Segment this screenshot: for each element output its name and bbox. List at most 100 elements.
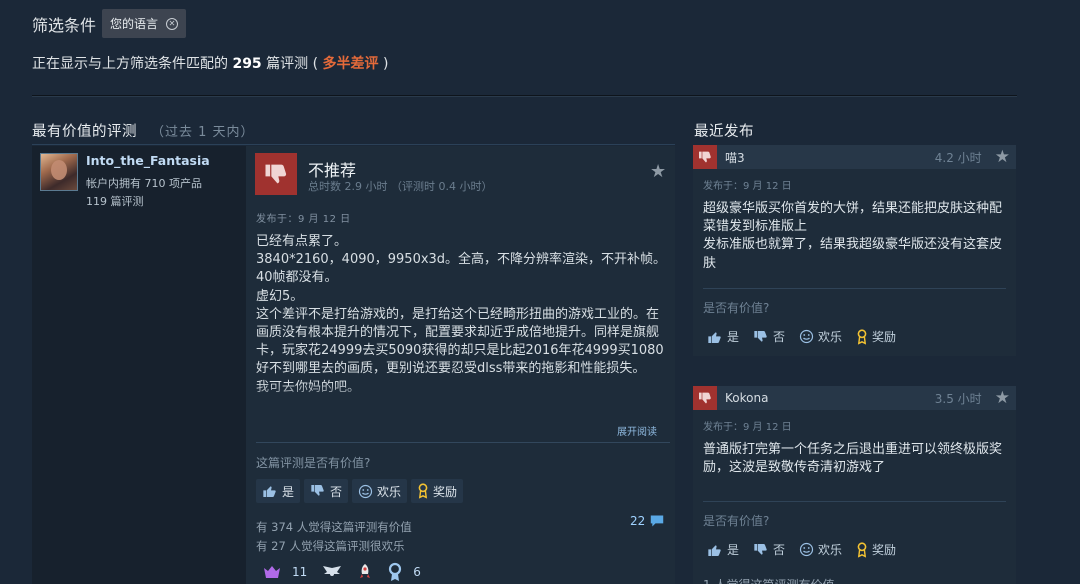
- recent-author[interactable]: Kokona: [725, 391, 935, 405]
- award-count: 6: [413, 565, 421, 579]
- helpful-count: 有 374 人觉得这篇评测有价值: [256, 520, 412, 534]
- most-helpful-subtitle: （过去 1 天内）: [151, 125, 255, 140]
- filter-chip-label: 您的语言: [110, 17, 159, 31]
- thumbs-up-icon: [708, 331, 721, 343]
- language-filter-chip[interactable]: 您的语言 ✕: [102, 9, 187, 38]
- thumbs-down-icon: [311, 485, 324, 496]
- vote-no-label: 否: [330, 484, 343, 499]
- recent-vote-buttons: 是 否 欢乐 奖励: [693, 328, 1016, 345]
- recent-body: 普通版打完第一个任务之后退出重进可以领终极版奖励，这波是致敬传奇清初游戏了: [703, 442, 1003, 476]
- thumbs-down-icon: [693, 145, 717, 169]
- purple-award-icon: [264, 566, 280, 578]
- award-button[interactable]: 奖励: [856, 541, 896, 558]
- divider: [703, 501, 1006, 502]
- vote-funny-button[interactable]: 欢乐: [799, 541, 842, 558]
- comment-count-value: 22: [630, 514, 646, 528]
- divider: [703, 288, 1006, 289]
- recent-review-card: Kokona 3.5 小时 ★ 发布于：9 月 12 日 普通版打完第一个任务之…: [693, 386, 1016, 584]
- vote-funny-button[interactable]: 欢乐: [352, 479, 408, 503]
- vote-no-label: 否: [773, 330, 786, 344]
- expand-link[interactable]: 展开阅读: [617, 423, 657, 438]
- recent-review-header: Kokona 3.5 小时 ★: [693, 386, 1016, 410]
- vote-yes-label: 是: [727, 330, 740, 344]
- recent-review-header: 喵3 4.2 小时 ★: [693, 145, 1016, 169]
- vote-no-button[interactable]: 否: [753, 328, 785, 345]
- award-item[interactable]: [357, 563, 373, 581]
- star-icon[interactable]: ★: [995, 147, 1010, 167]
- smiley-icon: [358, 484, 373, 498]
- vote-funny-label: 欢乐: [818, 330, 843, 344]
- recent-review-card: 喵3 4.2 小时 ★ 发布于：9 月 12 日 超级豪华版买你首发的大饼，结果…: [693, 145, 1016, 356]
- helpful-question: 这篇评测是否有价值?: [256, 456, 371, 470]
- recent-posted: 发布于：9 月 12 日: [703, 422, 792, 433]
- divider: [256, 442, 670, 443]
- smiley-icon: [799, 542, 814, 557]
- recent-helpful-question: 是否有价值?: [703, 514, 770, 528]
- review-count: 295: [232, 56, 262, 72]
- section-underline: [32, 144, 675, 145]
- author-panel: [32, 146, 246, 584]
- thumbs-down-icon: [754, 330, 767, 342]
- recent-helpful-count: 1 人觉得这篇评测有价值: [693, 576, 1016, 584]
- rocket-award-icon: [360, 564, 371, 578]
- vote-funny-button[interactable]: 欢乐: [799, 328, 842, 345]
- most-helpful-header: 最有价值的评测 （过去 1 天内）: [32, 120, 255, 141]
- smiley-icon: [799, 329, 814, 344]
- award-item[interactable]: [321, 564, 343, 580]
- thumbs-up-icon: [708, 544, 721, 556]
- vote-yes-button[interactable]: 是: [707, 541, 739, 558]
- author-name[interactable]: Into_the_Fantasia: [86, 153, 210, 168]
- wings-award-icon: [323, 566, 342, 576]
- thumbs-down-icon: [754, 543, 767, 555]
- recent-posted: 发布于：9 月 12 日: [703, 181, 792, 192]
- award-button[interactable]: 奖励: [411, 479, 464, 503]
- award-label: 奖励: [433, 484, 458, 499]
- vote-no-button[interactable]: 否: [753, 541, 785, 558]
- recent-hours: 4.2 小时: [934, 150, 982, 165]
- summary-suffix: ): [378, 56, 389, 72]
- award-count: 11: [292, 565, 308, 579]
- award-icon: [418, 483, 428, 499]
- summary-prefix: 正在显示与上方筛选条件匹配的: [32, 56, 233, 72]
- vote-no-button[interactable]: 否: [304, 479, 349, 503]
- awards-row: 11 6: [262, 562, 421, 582]
- recent-author[interactable]: 喵3: [725, 149, 935, 166]
- award-item[interactable]: 11: [262, 564, 307, 580]
- thumbs-up-icon: [263, 486, 276, 497]
- vote-funny-label: 欢乐: [818, 543, 843, 557]
- award-button[interactable]: 奖励: [856, 328, 896, 345]
- thumbs-down-icon: [255, 153, 297, 195]
- review-summary: 正在显示与上方筛选条件匹配的 295 篇评测 ( 多半差评 ): [32, 53, 388, 73]
- thumbs-down-icon: [693, 386, 717, 410]
- divider: [32, 95, 1017, 96]
- filter-label: 筛选条件: [32, 16, 97, 35]
- star-icon[interactable]: ★: [650, 161, 666, 182]
- rating-label[interactable]: 多半差评: [323, 56, 379, 72]
- recent-helpful-question: 是否有价值?: [703, 301, 770, 315]
- recent-vote-buttons: 是 否 欢乐 奖励: [693, 541, 1016, 558]
- review-body: 已经有点累了。 3840*2160，4090，9950x3d。全高，不降分辨率渲…: [256, 234, 667, 395]
- vote-funny-label: 欢乐: [377, 484, 402, 499]
- avatar[interactable]: [40, 153, 78, 191]
- award-item[interactable]: 6: [387, 562, 421, 582]
- award-icon: [857, 541, 867, 558]
- funny-count: 有 27 人觉得这篇评测很欢乐: [256, 539, 405, 553]
- medal-award-icon: [389, 562, 402, 581]
- author-products[interactable]: 帐户内拥有 710 项产品: [86, 175, 202, 191]
- summary-mid: 篇评测 (: [261, 56, 323, 72]
- star-icon[interactable]: ★: [995, 388, 1010, 408]
- award-label: 奖励: [872, 543, 897, 557]
- comment-count[interactable]: 22: [630, 514, 665, 528]
- award-icon: [857, 328, 867, 345]
- vote-yes-button[interactable]: 是: [707, 328, 739, 345]
- vote-no-label: 否: [773, 543, 786, 557]
- close-icon[interactable]: ✕: [166, 17, 179, 30]
- vote-buttons: 是 否 欢乐 奖励: [256, 479, 464, 503]
- recent-body: 超级豪华版买你首发的大饼，结果还能把皮肤这种配菜错发到标准版上 发标准版也就算了…: [703, 201, 1003, 271]
- author-reviews[interactable]: 119 篇评测: [86, 193, 144, 209]
- most-helpful-title: 最有价值的评测: [32, 124, 137, 140]
- recent-hours: 3.5 小时: [934, 391, 982, 406]
- vote-yes-label: 是: [727, 543, 740, 557]
- vote-yes-button[interactable]: 是: [256, 479, 301, 503]
- posted-date: 发布于：9 月 12 日: [256, 214, 351, 225]
